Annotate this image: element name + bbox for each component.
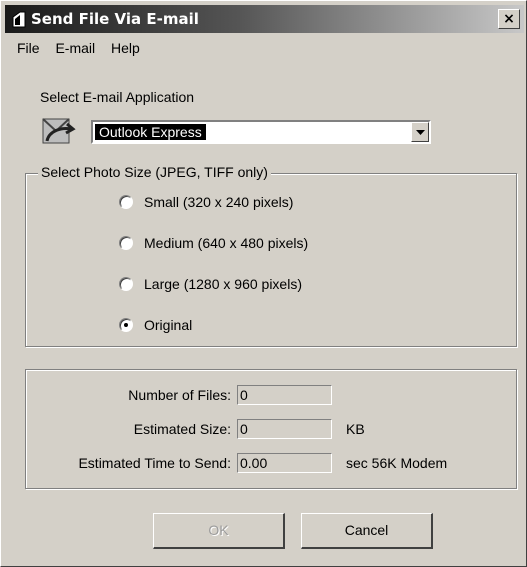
radio-original-label[interactable]: Original [144,317,192,333]
time-unit: sec 56K Modem [346,455,448,471]
radio-selected-dot [124,323,128,327]
window-title: Send File Via E-mail [31,10,199,28]
dropdown-button[interactable] [411,122,429,142]
ok-button[interactable]: OK [153,513,285,549]
time-label: Estimated Time to Send: [78,455,231,471]
menu-email[interactable]: E-mail [49,35,101,61]
size-label: Estimated Size: [133,421,231,437]
radio-small-label[interactable]: Small (320 x 240 pixels) [144,194,293,210]
radio-large-button[interactable] [119,277,133,291]
files-value: 0 [237,385,332,405]
send-file-icon [12,11,26,28]
menu-bar: File E-mail Help [5,35,524,61]
radio-medium-label[interactable]: Medium (640 x 480 pixels) [144,235,308,251]
email-app-icon [42,118,76,144]
radio-original-button[interactable] [119,318,133,332]
photo-size-legend: Select Photo Size (JPEG, TIFF only) [38,164,271,180]
radio-small-button[interactable] [119,195,133,209]
send-file-dialog: Send File Via E-mail × File E-mail Help … [0,0,527,567]
menu-help[interactable]: Help [105,35,146,61]
files-label: Number of Files: [128,387,231,403]
radio-medium-button[interactable] [119,236,133,250]
email-app-select[interactable]: Outlook Express [91,120,431,144]
time-value: 0.00 [237,453,332,473]
radio-large-label[interactable]: Large (1280 x 960 pixels) [144,276,302,292]
select-app-label: Select E-mail Application [40,89,195,105]
menu-file[interactable]: File [5,35,46,61]
size-unit: KB [346,421,365,437]
size-value: 0 [237,419,332,439]
email-app-selected: Outlook Express [94,123,207,141]
cancel-button[interactable]: Cancel [301,513,433,549]
chevron-down-icon [416,130,425,135]
close-button[interactable]: × [498,9,520,29]
title-bar[interactable]: Send File Via E-mail × [5,5,524,33]
